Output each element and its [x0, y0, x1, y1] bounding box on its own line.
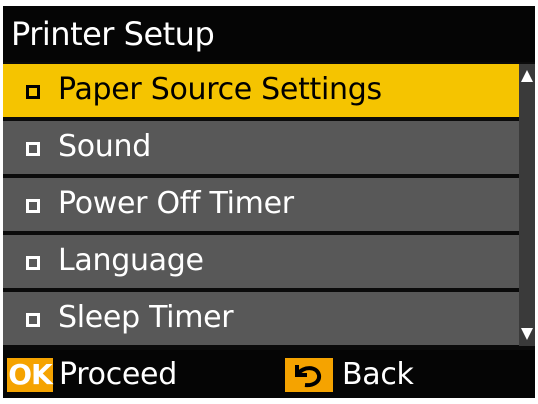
menu-item-sound[interactable]: Sound	[3, 121, 519, 174]
title-bar: Printer Setup	[3, 6, 535, 62]
proceed-label: Proceed	[59, 357, 177, 392]
menu-item-label: Paper Source Settings	[58, 72, 382, 107]
menu-item-label: Sound	[58, 129, 151, 164]
menu-item-paper-source-settings[interactable]: Paper Source Settings	[3, 64, 519, 117]
back-label: Back	[342, 357, 414, 392]
bullet-icon	[26, 142, 40, 156]
bullet-icon	[26, 313, 40, 327]
bottom-bar: OK Proceed Back	[3, 350, 535, 398]
bullet-icon	[26, 256, 40, 270]
page-title: Printer Setup	[11, 15, 215, 53]
scroll-up-arrow-icon[interactable]	[521, 70, 533, 82]
back-arrow-icon[interactable]	[285, 358, 333, 392]
lcd-screen: Printer Setup Paper Source Settings Soun…	[3, 6, 535, 398]
ok-button-icon[interactable]: OK	[7, 358, 53, 392]
menu-list: Paper Source Settings Sound Power Off Ti…	[3, 64, 519, 346]
scrollbar[interactable]	[519, 64, 535, 346]
menu-item-label: Power Off Timer	[58, 186, 294, 221]
scroll-down-arrow-icon[interactable]	[521, 328, 533, 340]
bullet-icon	[26, 85, 40, 99]
menu-item-power-off-timer[interactable]: Power Off Timer	[3, 178, 519, 231]
bullet-icon	[26, 199, 40, 213]
menu-item-language[interactable]: Language	[3, 235, 519, 288]
menu-item-sleep-timer[interactable]: Sleep Timer	[3, 292, 519, 345]
menu-item-label: Sleep Timer	[58, 300, 234, 335]
back-arrow-glyph	[295, 365, 322, 388]
menu-item-label: Language	[58, 243, 204, 278]
